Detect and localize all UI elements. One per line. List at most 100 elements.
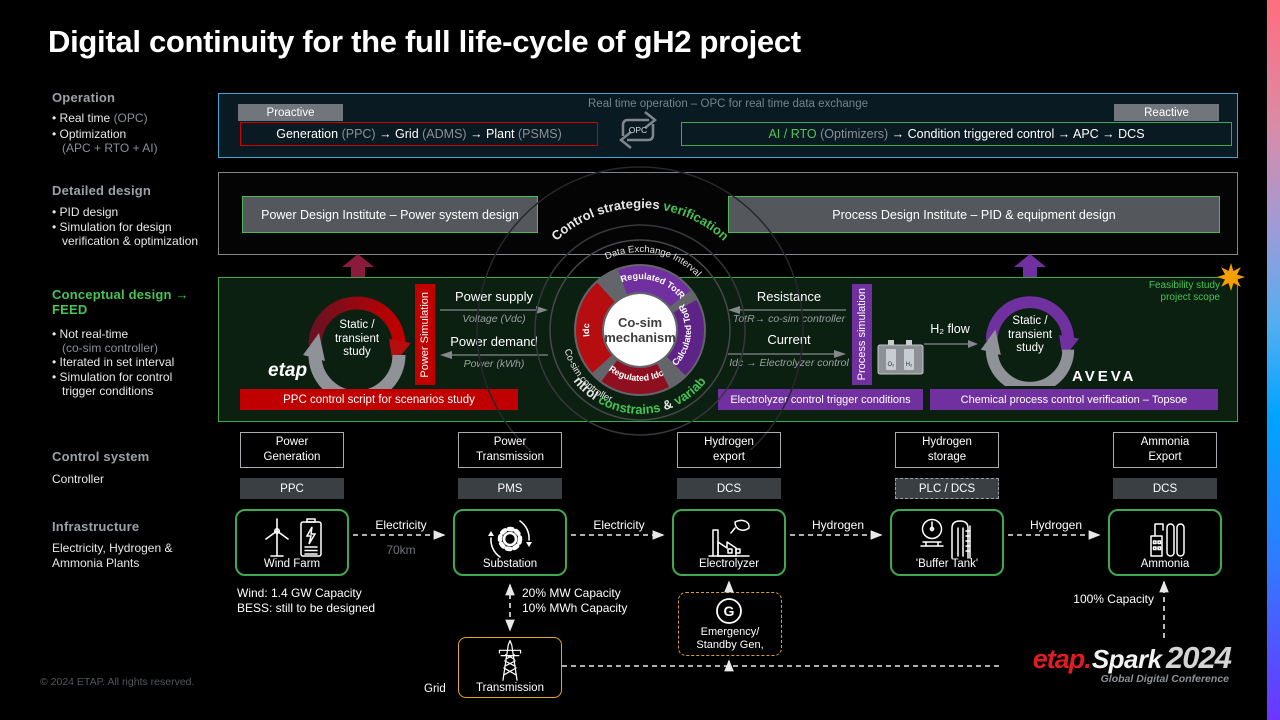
process-design-institute-box: Process Design Institute – PID & equipme… — [728, 196, 1220, 233]
green-factory-icon — [705, 516, 753, 560]
sidebar-conceptual-line3: • Iterated in set interval — [52, 355, 224, 369]
sub-note-line2: 10% MWh Capacity — [522, 601, 627, 616]
emergency-line2: Standby Gen, — [678, 639, 782, 652]
electrolyzer-cells-icon: O₂ H₂ — [876, 336, 928, 378]
sidebar-heading-feed: FEED — [52, 302, 222, 317]
logo-year: 2024 — [1166, 640, 1231, 675]
page-title: Digital continuity for the full life-cyc… — [48, 24, 801, 60]
current-label: Current — [726, 332, 852, 347]
battery-icon — [298, 517, 324, 559]
right-cycle-line2: transient — [990, 329, 1070, 343]
control-label-hydrogen-export: Hydrogenexport — [677, 432, 781, 468]
wind-note-line2: BESS: still to be designed — [237, 601, 375, 616]
node-wind-farm: Wind Farm — [235, 509, 349, 576]
link-hydrogen-1: Hydrogen — [793, 518, 883, 532]
totr-sublabel: TotR→ co-sim controller — [716, 313, 862, 325]
right-cycle-line3: study — [990, 342, 1070, 356]
logo-etap: etap — [1033, 644, 1085, 674]
sidebar-infra-line2: Ammonia Plants — [52, 556, 224, 570]
feasibility-line2: project scope — [1080, 292, 1220, 304]
voltage-sublabel: Voltage (Vdc) — [436, 313, 552, 325]
electrolyzer-icons — [674, 516, 784, 560]
sidebar-conceptual-line2: (co-sim controller) — [52, 341, 234, 355]
ammonia-capacity-note: 100% Capacity — [1054, 592, 1154, 607]
link-electricity-1: Electricity — [356, 518, 446, 532]
slide: Digital continuity for the full life-cyc… — [0, 0, 1280, 720]
feasibility-scope-note: Feasibility study project scope — [1080, 280, 1220, 304]
controller-pms: PMS — [458, 478, 562, 499]
flow-generation: Generation — [276, 127, 341, 141]
gauge-tank-icon — [918, 516, 976, 560]
wind-farm-icons — [237, 516, 347, 560]
feasibility-line1: Feasibility study — [1080, 280, 1220, 292]
link-70km: 70km — [356, 543, 446, 557]
ammonia-icons — [1110, 516, 1220, 560]
operation-header: Real time operation – OPC for real time … — [219, 98, 1237, 110]
col5-l1: Ammonia — [1141, 435, 1190, 450]
transmission-icons — [488, 638, 532, 682]
power-supply-label: Power supply — [436, 289, 552, 304]
sidebar-operation-line3: (APC + RTO + AI) — [52, 141, 234, 155]
sidebar-conceptual-line5: trigger conditions — [52, 384, 234, 398]
sidebar-operation-line1-text: • Real time — [52, 111, 114, 125]
reactive-tag: Reactive — [1114, 104, 1219, 121]
node-electrolyzer: Electrolyzer — [672, 509, 786, 576]
col3-l1: Hydrogen — [704, 435, 754, 450]
col1-l1: Power — [276, 435, 309, 450]
wind-capacity-note: Wind: 1.4 GW Capacity BESS: still to be … — [237, 586, 375, 616]
flow-condition-control: → Condition triggered control → APC → DC… — [888, 127, 1144, 141]
col5-l2: Export — [1148, 450, 1181, 465]
sidebar-conceptual-line4: • Simulation for control — [52, 370, 224, 384]
sidebar-detailed-line1: • PID design — [52, 205, 224, 219]
ppc-script-banner: PPC control script for scenarios study — [240, 389, 518, 410]
right-cycle-label: Static / transient study — [990, 315, 1070, 356]
sidebar-control-text: Controller — [52, 472, 224, 486]
logo-spark: Spark — [1092, 644, 1162, 674]
chemical-verification-banner: Chemical process control verification – … — [930, 389, 1218, 410]
ammonia-plant-icon — [1143, 516, 1187, 560]
sidebar-conceptual-line1: • Not real-time — [52, 327, 224, 341]
flow-ai-rto: AI / RTO — [768, 127, 820, 141]
sidebar-heading-conceptual-design: Conceptual design → — [52, 287, 222, 302]
sidebar-operation-line2: • Optimization — [52, 127, 224, 141]
controller-plc-dcs: PLC / DCS — [895, 478, 999, 499]
cell-h2-label: H₂ — [906, 362, 913, 368]
substation-capacity-note: 20% MW Capacity 10% MWh Capacity — [522, 586, 627, 616]
wind-turbine-icon — [260, 516, 294, 560]
generator-icon: G — [714, 596, 744, 626]
proactive-flow: Generation (PPC) → Grid (ADMS) → Plant (… — [240, 122, 598, 146]
idc-sublabel: Idc → Electrolyzer control — [716, 357, 862, 369]
sidebar-heading-detailed-design: Detailed design — [52, 183, 222, 198]
power-kwh-sublabel: Power (kWh) — [436, 358, 552, 370]
sidebar-heading-control-system: Control system — [52, 449, 222, 464]
aveva-logo: AVEVA — [1072, 368, 1136, 385]
col1-l2: Generation — [264, 450, 321, 465]
process-simulation-bar-label: Process simulation — [856, 288, 868, 380]
controller-dcs-ammonia: DCS — [1113, 478, 1217, 499]
link-electricity-2: Electricity — [574, 518, 664, 532]
sidebar-infra-line1: Electricity, Hydrogen & — [52, 541, 224, 555]
flow-ppc: (PPC) — [342, 127, 376, 141]
edge-gradient-bar — [1267, 0, 1280, 720]
etap-spark-wordmark: etap.Spark 2024 — [1003, 640, 1235, 676]
controller-ppc: PPC — [240, 478, 344, 499]
right-cycle-line1: Static / — [990, 315, 1070, 329]
link-hydrogen-2: Hydrogen — [1011, 518, 1101, 532]
control-label-power-transmission: PowerTransmission — [458, 432, 562, 468]
maroon-up-arrow-stem — [351, 266, 365, 277]
etap-logo: etap — [268, 360, 307, 382]
flow-grid: → Grid — [376, 127, 423, 141]
control-label-power-generation: PowerGeneration — [240, 432, 344, 468]
process-simulation-bar: Process simulation — [852, 284, 872, 385]
sidebar-operation-line1-paren: (OPC) — [114, 111, 148, 125]
sub-note-line1: 20% MW Capacity — [522, 586, 627, 601]
controller-dcs-export: DCS — [677, 478, 781, 499]
h2-flow-label: H₂ flow — [918, 322, 982, 336]
node-ammonia: Ammonia — [1108, 509, 1222, 576]
resistance-label: Resistance — [726, 289, 852, 304]
substation-icons — [455, 516, 565, 562]
power-simulation-bar: Power Simulation — [415, 284, 435, 385]
col4-l1: Hydrogen — [922, 435, 972, 450]
h2-flow-arrow — [922, 340, 980, 348]
etap-spark-logo: etap.Spark 2024 Global Digital Conferenc… — [1003, 640, 1235, 698]
